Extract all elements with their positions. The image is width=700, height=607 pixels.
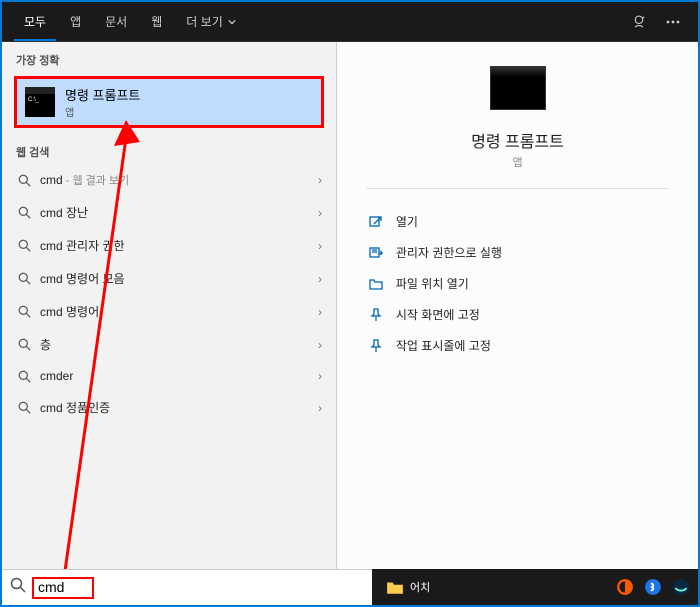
search-icon: [16, 401, 32, 414]
chevron-right-icon: ›: [318, 272, 322, 286]
result-label: cmd 명령어: [40, 303, 318, 320]
result-label: cmd 관리자 권한: [40, 237, 318, 254]
preview-pane: 명령 프롬프트 앱 열기 관리자 권한으로 실행 파일 위치 열기: [337, 42, 698, 569]
action-open-location[interactable]: 파일 위치 열기: [366, 269, 669, 298]
system-tray: [616, 578, 690, 596]
chevron-right-icon: ›: [318, 173, 322, 187]
search-result-cheung[interactable]: 층 ›: [2, 328, 336, 361]
scope-tabs: 모두 앱 문서 웹 더 보기: [2, 3, 246, 41]
best-match-title: 명령 프롬프트: [65, 85, 140, 104]
search-result-cmder[interactable]: cmder ›: [2, 361, 336, 391]
taskbar: 어치: [372, 569, 698, 605]
pin-taskbar-icon: [366, 338, 386, 354]
chevron-right-icon: ›: [318, 338, 322, 352]
action-label: 시작 화면에 고정: [396, 306, 480, 323]
tab-web[interactable]: 웹: [141, 3, 172, 41]
taskbar-item-label: 어치: [410, 579, 430, 595]
open-icon: [366, 214, 386, 230]
search-icon: [16, 370, 32, 383]
search-input-highlight: [32, 577, 94, 599]
search-result-cmd-genuine[interactable]: cmd 정품인증 ›: [2, 391, 336, 424]
divider: [366, 188, 669, 189]
search-icon: [16, 305, 32, 318]
search-input[interactable]: [38, 579, 88, 595]
best-match-subtitle: 앱: [65, 104, 140, 119]
best-match-text: 명령 프롬프트 앱: [65, 85, 140, 119]
tab-more-label: 더 보기: [186, 15, 222, 29]
action-open[interactable]: 열기: [366, 207, 669, 236]
web-search-heading: 웹 검색: [2, 134, 336, 164]
tab-apps[interactable]: 앱: [60, 3, 91, 41]
action-label: 작업 표시줄에 고정: [396, 337, 491, 354]
chevron-right-icon: ›: [318, 369, 322, 383]
tab-all[interactable]: 모두: [14, 3, 56, 41]
result-label: cmd - 웹 결과 보기: [40, 172, 318, 188]
footer: 어치: [2, 569, 698, 605]
result-label: 층: [40, 336, 318, 353]
preview-app-icon: [490, 66, 546, 110]
options-icon[interactable]: [660, 9, 686, 35]
preview-actions: 열기 관리자 권한으로 실행 파일 위치 열기 시작 화면에 고정 작업 표시줄…: [366, 207, 669, 360]
taskbar-item-folder[interactable]: 어치: [380, 574, 436, 600]
search-icon: [16, 174, 32, 187]
chevron-down-icon: [228, 18, 236, 26]
folder-icon: [366, 276, 386, 292]
search-icon: [16, 206, 32, 219]
result-label: cmd 장난: [40, 204, 318, 221]
search-result-cmd-command[interactable]: cmd 명령어 ›: [2, 295, 336, 328]
tab-more[interactable]: 더 보기: [176, 3, 246, 41]
chevron-right-icon: ›: [318, 239, 322, 253]
cmd-app-icon: C:\_: [25, 87, 55, 117]
search-result-cmd-admin[interactable]: cmd 관리자 권한 ›: [2, 229, 336, 262]
action-pin-start[interactable]: 시작 화면에 고정: [366, 300, 669, 329]
preview-title: 명령 프롬프트: [471, 128, 564, 152]
chevron-right-icon: ›: [318, 401, 322, 415]
tray-icon-3[interactable]: [672, 578, 690, 596]
search-icon: [10, 577, 26, 598]
search-box[interactable]: [2, 569, 372, 605]
result-label: cmder: [40, 369, 318, 383]
best-match-heading: 가장 정확: [2, 42, 336, 72]
header-bar: 모두 앱 문서 웹 더 보기: [2, 2, 698, 42]
tab-docs[interactable]: 문서: [95, 3, 137, 41]
admin-icon: [366, 245, 386, 261]
search-panel: 모두 앱 문서 웹 더 보기 가장 정확 C:\_: [0, 0, 700, 607]
folder-icon: [386, 578, 404, 596]
search-result-cmd-moeum[interactable]: cmd 명령어 모음 ›: [2, 262, 336, 295]
search-icon: [16, 272, 32, 285]
search-result-cmd[interactable]: cmd - 웹 결과 보기 ›: [2, 164, 336, 196]
search-result-cmd-jangnan[interactable]: cmd 장난 ›: [2, 196, 336, 229]
chevron-right-icon: ›: [318, 206, 322, 220]
tray-icon-2[interactable]: [644, 578, 662, 596]
action-pin-taskbar[interactable]: 작업 표시줄에 고정: [366, 331, 669, 360]
action-label: 열기: [396, 213, 418, 230]
result-label: cmd 명령어 모음: [40, 270, 318, 287]
action-label: 파일 위치 열기: [396, 275, 469, 292]
results-list: 가장 정확 C:\_ 명령 프롬프트 앱 웹 검색 cmd - 웹 결과 보기 …: [2, 42, 337, 569]
results-body: 가장 정확 C:\_ 명령 프롬프트 앱 웹 검색 cmd - 웹 결과 보기 …: [2, 42, 698, 569]
action-run-admin[interactable]: 관리자 권한으로 실행: [366, 238, 669, 267]
action-label: 관리자 권한으로 실행: [396, 244, 502, 261]
result-label: cmd 정품인증: [40, 399, 318, 416]
best-match-item[interactable]: C:\_ 명령 프롬프트 앱: [14, 76, 324, 128]
chevron-right-icon: ›: [318, 305, 322, 319]
preview-subtitle: 앱: [512, 154, 522, 170]
feedback-icon[interactable]: [626, 9, 652, 35]
search-icon: [16, 338, 32, 351]
tray-icon-1[interactable]: [616, 578, 634, 596]
svg-text:C:\_: C:\_: [28, 97, 40, 103]
search-icon: [16, 239, 32, 252]
pin-start-icon: [366, 307, 386, 323]
header-actions: [626, 9, 698, 35]
